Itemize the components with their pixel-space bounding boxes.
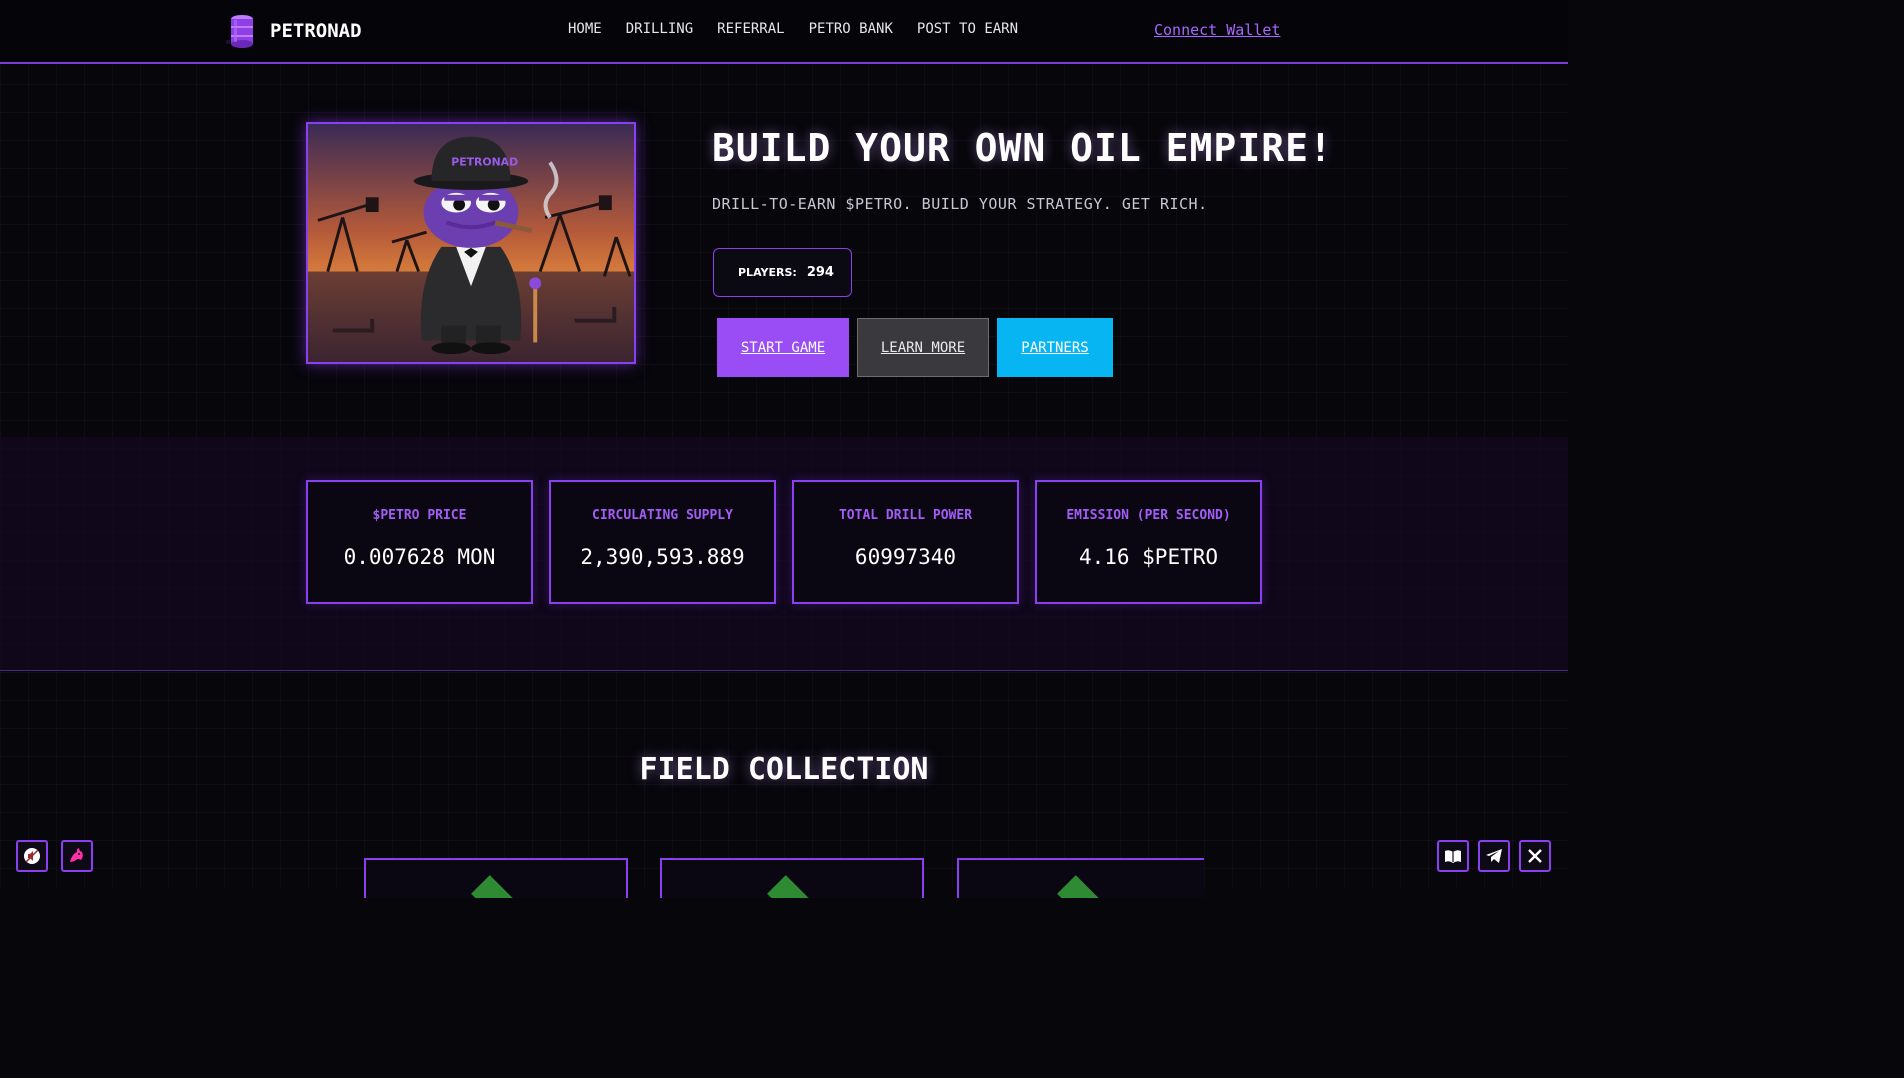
nav-referral[interactable]: REFERRAL: [717, 21, 784, 37]
connect-wallet-link[interactable]: Connect Wallet: [1154, 21, 1280, 39]
x-button[interactable]: [1519, 840, 1551, 872]
stat-value: 2,390,593.889: [580, 545, 745, 569]
stat-card-drill-power: TOTAL DRILL POWER 60997340: [792, 480, 1019, 604]
field-tile-image: [767, 875, 817, 898]
hat-logo-text: PETRONAD: [451, 155, 518, 168]
brand-name: PETRONAD: [270, 20, 362, 42]
nav-post-to-earn[interactable]: POST TO EARN: [917, 21, 1018, 37]
oil-barrel-icon: [226, 15, 253, 48]
telegram-button[interactable]: [1478, 840, 1510, 872]
brand-logo[interactable]: PETRONAD: [226, 14, 362, 48]
stat-title: TOTAL DRILL POWER: [838, 508, 973, 523]
field-card[interactable]: [957, 858, 1204, 898]
field-card[interactable]: [364, 858, 628, 898]
stat-card-supply: CIRCULATING SUPPLY 2,390,593.889: [549, 480, 776, 604]
nav-home[interactable]: HOME: [568, 21, 602, 37]
nav-petro-bank[interactable]: PETRO BANK: [809, 21, 893, 37]
stat-title: $PETRO PRICE: [372, 508, 467, 523]
stat-value: 0.007628 MON: [343, 545, 496, 569]
mute-button[interactable]: [16, 840, 48, 872]
stat-value: 60997340: [854, 545, 957, 569]
telegram-icon: [1486, 849, 1502, 863]
field-tile-image: [471, 875, 521, 898]
top-header: PETRONAD HOME DRILLING REFERRAL PETRO BA…: [0, 0, 1568, 64]
partners-button[interactable]: PARTNERS: [997, 318, 1113, 377]
stats-section: [0, 437, 1568, 671]
field-card[interactable]: [660, 858, 924, 898]
nav-drilling[interactable]: DRILLING: [626, 21, 693, 37]
players-label: PLAYERS:: [738, 266, 797, 279]
stat-title: CIRCULATING SUPPLY: [592, 508, 733, 523]
uniswap-button[interactable]: [61, 840, 93, 872]
players-value: 294: [806, 265, 834, 280]
hero-image: PETRONAD: [306, 122, 636, 364]
stat-value: 4.16 $PETRO: [1078, 545, 1219, 569]
hero-title: BUILD YOUR OWN OIL EMPIRE!: [712, 126, 1333, 170]
start-game-button[interactable]: START GAME: [717, 318, 849, 377]
hero-subtitle: DRILL-TO-EARN $PETRO. BUILD YOUR STRATEG…: [712, 195, 1208, 213]
field-collection-title: FIELD COLLECTION: [639, 752, 929, 787]
x-icon: [1528, 849, 1542, 863]
unicorn-icon: [70, 848, 83, 862]
field-tile-image: [1056, 875, 1107, 898]
learn-more-button[interactable]: LEARN MORE: [857, 318, 989, 377]
stat-title: EMISSION (PER SECOND): [1066, 508, 1231, 523]
stat-card-price: $PETRO PRICE 0.007628 MON: [306, 480, 533, 604]
book-icon: [1445, 850, 1461, 863]
stat-card-emission: EMISSION (PER SECOND) 4.16 $PETRO: [1035, 480, 1262, 604]
main-nav: HOME DRILLING REFERRAL PETRO BANK POST T…: [568, 21, 1042, 37]
docs-button[interactable]: [1437, 840, 1469, 872]
petronad-character-illustration: PETRONAD: [308, 124, 634, 362]
mute-icon: [24, 848, 40, 864]
players-counter: PLAYERS: 294: [713, 248, 852, 297]
